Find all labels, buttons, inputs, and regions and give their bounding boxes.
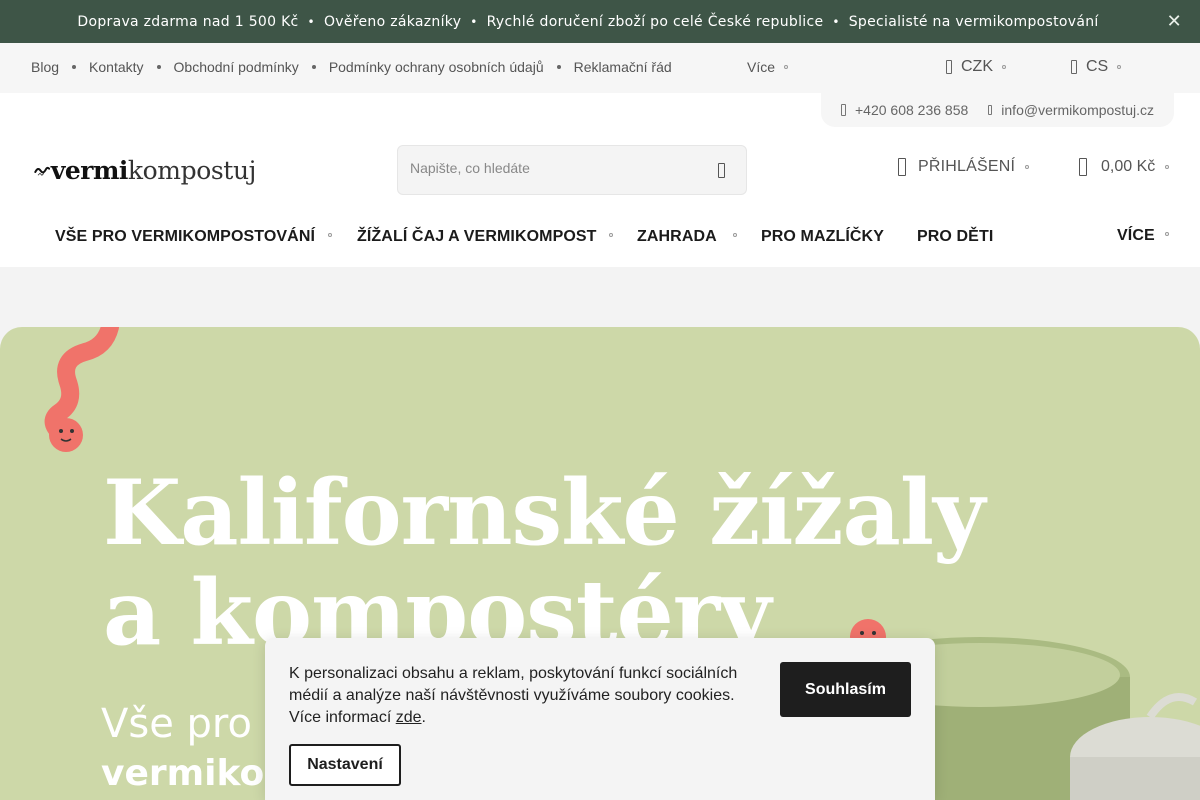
- cookie-text: K personalizaci obsahu a reklam, poskyto…: [289, 663, 759, 729]
- utility-link-contacts[interactable]: Kontakty: [89, 59, 143, 75]
- globe-icon: [1071, 60, 1077, 74]
- utility-link-privacy[interactable]: Podmínky ochrany osobních údajů: [329, 59, 544, 75]
- announcement-bar: Doprava zdarma nad 1 500 Kč • Ověřeno zá…: [0, 0, 1200, 43]
- cookie-settings-button[interactable]: Nastavení: [289, 744, 401, 786]
- cookie-more-info-link[interactable]: zde: [396, 709, 422, 726]
- search-box: [397, 145, 747, 195]
- bullet-separator: [72, 65, 77, 69]
- language-label: CS: [1086, 58, 1109, 75]
- worm-logo-icon: [34, 166, 50, 176]
- close-icon[interactable]: ✕: [1167, 11, 1182, 32]
- nav-item-worm-tea[interactable]: ŽÍŽALÍ ČAJ A VERMIKOMPOST: [357, 228, 597, 246]
- nav-item-garden[interactable]: ZAHRADA: [637, 228, 717, 246]
- search-icon[interactable]: [718, 163, 725, 178]
- chevron-down-icon: [733, 233, 737, 237]
- site-logo[interactable]: vermi kompostuj: [34, 152, 256, 188]
- cookie-consent-banner: K personalizaci obsahu a reklam, poskyto…: [265, 638, 935, 800]
- chevron-down-icon: [1002, 65, 1006, 69]
- chevron-down-icon: [609, 233, 613, 237]
- announcement-item: Rychlé doručení zboží po celé České repu…: [486, 13, 824, 30]
- envelope-icon: [988, 105, 993, 115]
- hero-subtitle-line-1: Vše pro: [101, 701, 252, 747]
- utility-links: Blog Kontakty Obchodní podmínky Podmínky…: [31, 59, 672, 75]
- phone-number: +420 608 236 858: [855, 102, 969, 118]
- chevron-down-icon: [1165, 232, 1169, 236]
- accept-cookies-button[interactable]: Souhlasím: [780, 662, 911, 717]
- cart-link[interactable]: 0,00 Kč: [1079, 158, 1170, 176]
- announcement-item: Ověřeno zákazníky: [323, 13, 462, 30]
- login-link[interactable]: PŘIHLÁŠENÍ: [898, 158, 1030, 176]
- logo-text-light: kompostuj: [127, 155, 256, 185]
- contact-email[interactable]: info@vermikompostuj.cz: [988, 102, 1154, 118]
- nav-item-pets[interactable]: PRO MAZLÍČKY: [761, 228, 884, 246]
- bullet-separator: [156, 65, 161, 69]
- contact-phone[interactable]: +420 608 236 858: [841, 102, 968, 118]
- hero-headline-line-1: Kalifornské žížaly: [103, 460, 985, 566]
- announcement-item: Specialisté na vermikompostování: [848, 13, 1099, 30]
- utility-more-dropdown[interactable]: Více: [747, 59, 789, 75]
- phone-icon: [841, 104, 846, 116]
- utility-bar: Blog Kontakty Obchodní podmínky Podmínky…: [0, 43, 1200, 93]
- email-address: info@vermikompostuj.cz: [1001, 102, 1154, 118]
- bullet-separator: [556, 65, 561, 69]
- chevron-down-icon: [328, 233, 332, 237]
- utility-more-label: Více: [747, 59, 776, 75]
- language-selector[interactable]: CS: [1071, 58, 1122, 76]
- announcement-separator: •: [470, 14, 478, 29]
- announcement-items: Doprava zdarma nad 1 500 Kč • Ověřeno zá…: [77, 14, 1098, 30]
- chevron-down-icon: [1025, 165, 1030, 169]
- search-input[interactable]: [410, 160, 690, 176]
- worm-illustration-icon: [44, 327, 119, 452]
- nav-item-kids[interactable]: PRO DĚTI: [917, 228, 993, 246]
- chevron-down-icon: [1117, 65, 1122, 69]
- currency-selector[interactable]: CZK: [946, 58, 1006, 76]
- logo-text-bold: vermi: [50, 155, 129, 185]
- cookie-message: K personalizaci obsahu a reklam, poskyto…: [289, 665, 738, 726]
- contact-pill: +420 608 236 858 info@vermikompostuj.cz: [821, 93, 1174, 127]
- chevron-down-icon: [784, 65, 789, 69]
- nav-item-vermicomposting[interactable]: VŠE PRO VERMIKOMPOSTOVÁNÍ: [55, 228, 315, 246]
- login-label: PŘIHLÁŠENÍ: [918, 158, 1016, 175]
- announcement-separator: •: [307, 14, 315, 29]
- utility-link-complaints[interactable]: Reklamační řád: [574, 59, 672, 75]
- chevron-down-icon: [1165, 165, 1170, 169]
- nav-more[interactable]: VÍCE: [1117, 227, 1155, 245]
- cart-total: 0,00 Kč: [1101, 158, 1156, 175]
- main-navigation: VŠE PRO VERMIKOMPOSTOVÁNÍ ŽÍŽALÍ ČAJ A V…: [0, 205, 1200, 267]
- user-icon: [898, 158, 906, 176]
- cart-icon: [1079, 158, 1087, 176]
- announcement-separator: •: [832, 14, 840, 29]
- currency-icon: [946, 60, 952, 74]
- announcement-item: Doprava zdarma nad 1 500 Kč: [77, 13, 299, 30]
- bullet-separator: [311, 65, 316, 69]
- currency-label: CZK: [961, 58, 993, 75]
- cookie-period: .: [421, 709, 426, 726]
- utility-link-blog[interactable]: Blog: [31, 59, 59, 75]
- utility-link-terms[interactable]: Obchodní podmínky: [174, 59, 299, 75]
